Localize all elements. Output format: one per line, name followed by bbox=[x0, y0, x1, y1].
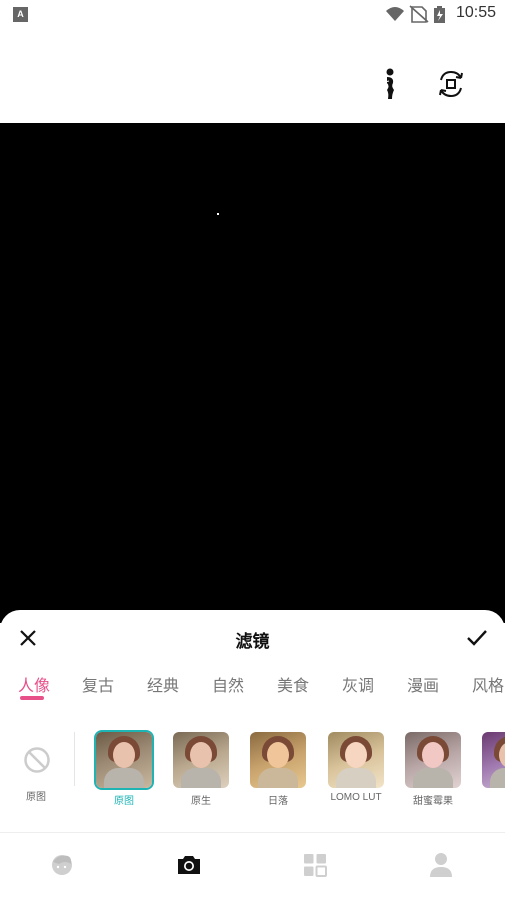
sheet-header: 滤镜 bbox=[0, 610, 505, 666]
filter-label: 日落 bbox=[268, 796, 288, 807]
grid-icon[interactable] bbox=[295, 845, 335, 885]
filter-thumbnail bbox=[250, 732, 306, 788]
check-icon[interactable] bbox=[463, 624, 491, 652]
flip-camera-icon[interactable] bbox=[433, 66, 469, 102]
tab-retro[interactable]: 复古 bbox=[82, 672, 114, 696]
filter-label: LOMO LUT bbox=[330, 792, 382, 803]
filter-thumbnail bbox=[94, 730, 154, 790]
filter-thumbnail bbox=[173, 732, 229, 788]
tab-comic[interactable]: 漫画 bbox=[407, 672, 439, 696]
camera-preview[interactable] bbox=[0, 123, 505, 623]
active-tab-indicator bbox=[20, 696, 44, 700]
face-icon[interactable] bbox=[43, 845, 83, 885]
category-tabs: 人像 复古 经典 自然 美食 灰调 漫画 风格 bbox=[0, 666, 505, 710]
filter-list: 原图 原图 原生 日落 LOMO LUT 甜蜜霉果 bbox=[0, 728, 505, 818]
focus-point bbox=[217, 213, 219, 215]
slim-body-icon[interactable] bbox=[372, 66, 408, 102]
no-filter-icon bbox=[23, 746, 51, 779]
wifi-icon bbox=[386, 7, 404, 21]
status-bar: A 10:55 bbox=[0, 0, 505, 28]
tab-classic[interactable]: 经典 bbox=[147, 672, 179, 696]
bottom-nav bbox=[0, 832, 505, 898]
filter-thumbnail bbox=[482, 732, 505, 788]
tab-gray[interactable]: 灰调 bbox=[342, 672, 374, 696]
tab-food[interactable]: 美食 bbox=[277, 672, 309, 696]
filter-label: 夏 bbox=[470, 792, 505, 807]
sheet-title: 滤镜 bbox=[235, 632, 270, 651]
battery-charging-icon bbox=[434, 6, 445, 23]
tab-nature[interactable]: 自然 bbox=[212, 672, 244, 696]
app-notification-icon: A bbox=[13, 7, 28, 22]
none-filter-label: 原图 bbox=[26, 792, 46, 803]
tab-portrait[interactable]: 人像 bbox=[18, 672, 50, 696]
top-bar bbox=[0, 28, 505, 123]
filter-label: 原生 bbox=[191, 796, 211, 807]
profile-icon[interactable] bbox=[421, 845, 461, 885]
status-icons bbox=[384, 5, 454, 23]
status-time: 10:55 bbox=[455, 4, 496, 21]
no-sim-icon bbox=[409, 5, 429, 23]
filter-thumbnail bbox=[405, 732, 461, 788]
tab-style[interactable]: 风格 bbox=[472, 672, 504, 696]
divider bbox=[74, 732, 75, 786]
filter-thumbnail bbox=[328, 732, 384, 788]
filter-label: 甜蜜霉果 bbox=[413, 796, 453, 807]
camera-icon[interactable] bbox=[169, 845, 209, 885]
filter-label: 原图 bbox=[114, 796, 134, 807]
